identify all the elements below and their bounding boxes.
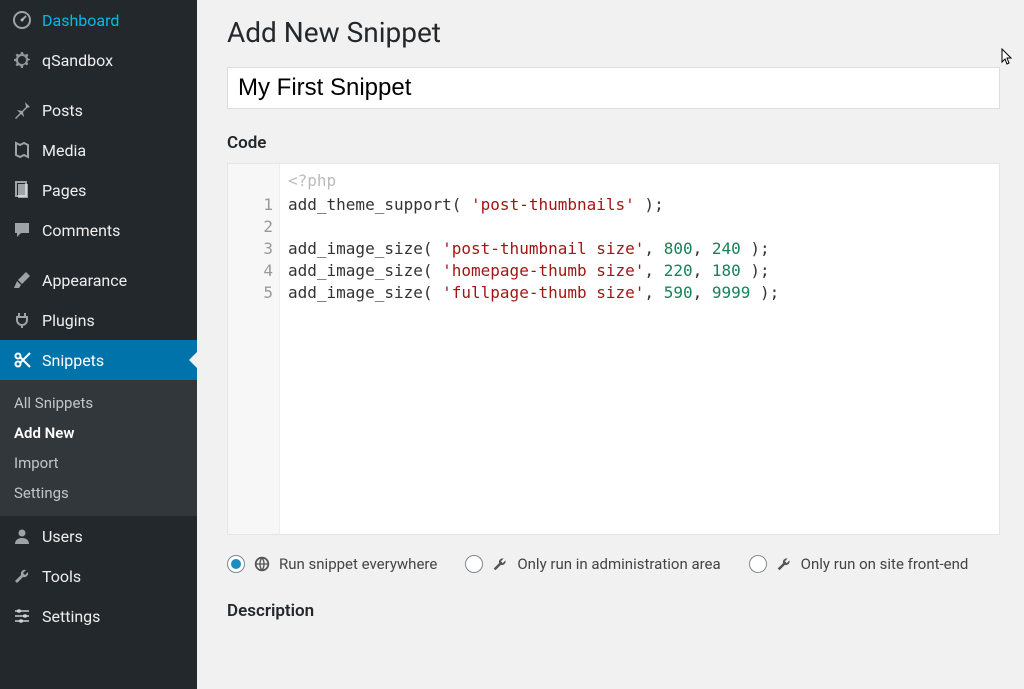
line-number: 3 <box>234 238 273 260</box>
sidebar-item-comments[interactable]: Comments <box>0 210 197 250</box>
sidebar-item-label: Media <box>42 141 86 160</box>
code-section-label: Code <box>227 133 1000 153</box>
php-open-tag: <?php <box>288 170 993 192</box>
media-icon <box>12 140 32 160</box>
sidebar-item-label: Pages <box>42 181 86 200</box>
sidebar-item-label: Plugins <box>42 311 95 330</box>
scissors-icon <box>12 350 32 370</box>
globe-icon <box>253 555 271 573</box>
line-number: 4 <box>234 260 273 282</box>
line-number: 2 <box>234 216 273 238</box>
sidebar-item-label: Snippets <box>42 351 104 370</box>
radio-button[interactable] <box>227 555 245 573</box>
wrench-icon <box>775 555 793 573</box>
sidebar-item-qsandbox[interactable]: qSandbox <box>0 40 197 80</box>
sidebar-item-label: Posts <box>42 101 83 120</box>
sidebar-item-dashboard[interactable]: Dashboard <box>0 0 197 40</box>
code-line[interactable]: add_theme_support( 'post-thumbnails' ); <box>288 194 993 216</box>
sidebar-item-label: Appearance <box>42 271 127 290</box>
editor-code-area[interactable]: <?phpadd_theme_support( 'post-thumbnails… <box>280 164 999 534</box>
main-content: Add New Snippet Code 12345 <?phpadd_them… <box>197 0 1024 689</box>
sidebar-item-settings[interactable]: Settings <box>0 596 197 636</box>
wrench-icon <box>12 566 32 586</box>
radio-button[interactable] <box>465 555 483 573</box>
submenu-item-all-snippets[interactable]: All Snippets <box>0 388 197 418</box>
submenu-item-settings[interactable]: Settings <box>0 478 197 508</box>
scope-radio-group: Run snippet everywhere Only run in admini… <box>227 555 1000 573</box>
code-editor[interactable]: 12345 <?phpadd_theme_support( 'post-thum… <box>227 163 1000 535</box>
snippets-submenu: All SnippetsAdd NewImportSettings <box>0 380 197 516</box>
code-line[interactable] <box>288 216 993 238</box>
radio-button[interactable] <box>749 555 767 573</box>
sidebar-item-media[interactable]: Media <box>0 130 197 170</box>
editor-gutter: 12345 <box>228 164 280 534</box>
sidebar-item-label: Tools <box>42 567 81 586</box>
sidebar-item-pages[interactable]: Pages <box>0 170 197 210</box>
scope-option-0[interactable]: Run snippet everywhere <box>227 555 437 573</box>
gear-icon <box>12 50 32 70</box>
scope-option-2[interactable]: Only run on site front-end <box>749 555 969 573</box>
sidebar-item-label: Users <box>42 527 83 546</box>
plug-icon <box>12 310 32 330</box>
sidebar-item-appearance[interactable]: Appearance <box>0 260 197 300</box>
code-line[interactable]: add_image_size( 'post-thumbnail size', 8… <box>288 238 993 260</box>
sidebar-item-label: Comments <box>42 221 120 240</box>
snippet-title-input[interactable] <box>227 67 1000 109</box>
sidebar-item-posts[interactable]: Posts <box>0 90 197 130</box>
brush-icon <box>12 270 32 290</box>
sidebar-item-label: Settings <box>42 607 100 626</box>
sidebar-item-label: Dashboard <box>42 11 119 30</box>
sidebar-item-users[interactable]: Users <box>0 516 197 556</box>
line-number: 5 <box>234 282 273 304</box>
wrench-icon <box>491 555 509 573</box>
sliders-icon <box>12 606 32 626</box>
dashboard-icon <box>12 10 32 30</box>
sidebar-item-label: qSandbox <box>42 51 113 70</box>
submenu-item-add-new[interactable]: Add New <box>0 418 197 448</box>
description-section-label: Description <box>227 601 1000 621</box>
submenu-item-import[interactable]: Import <box>0 448 197 478</box>
page-title: Add New Snippet <box>227 16 1000 49</box>
page-icon <box>12 180 32 200</box>
scope-option-label: Only run on site front-end <box>801 555 969 573</box>
pin-icon <box>12 100 32 120</box>
code-line[interactable]: add_image_size( 'fullpage-thumb size', 5… <box>288 282 993 304</box>
code-line[interactable]: add_image_size( 'homepage-thumb size', 2… <box>288 260 993 282</box>
comment-icon <box>12 220 32 240</box>
sidebar-item-tools[interactable]: Tools <box>0 556 197 596</box>
scope-option-label: Run snippet everywhere <box>279 555 437 573</box>
user-icon <box>12 526 32 546</box>
scope-option-1[interactable]: Only run in administration area <box>465 555 720 573</box>
sidebar-item-snippets[interactable]: Snippets <box>0 340 197 380</box>
line-number: 1 <box>234 194 273 216</box>
scope-option-label: Only run in administration area <box>517 555 720 573</box>
sidebar-item-plugins[interactable]: Plugins <box>0 300 197 340</box>
admin-sidebar: Dashboard qSandbox Posts Media Pages Comments… <box>0 0 197 689</box>
